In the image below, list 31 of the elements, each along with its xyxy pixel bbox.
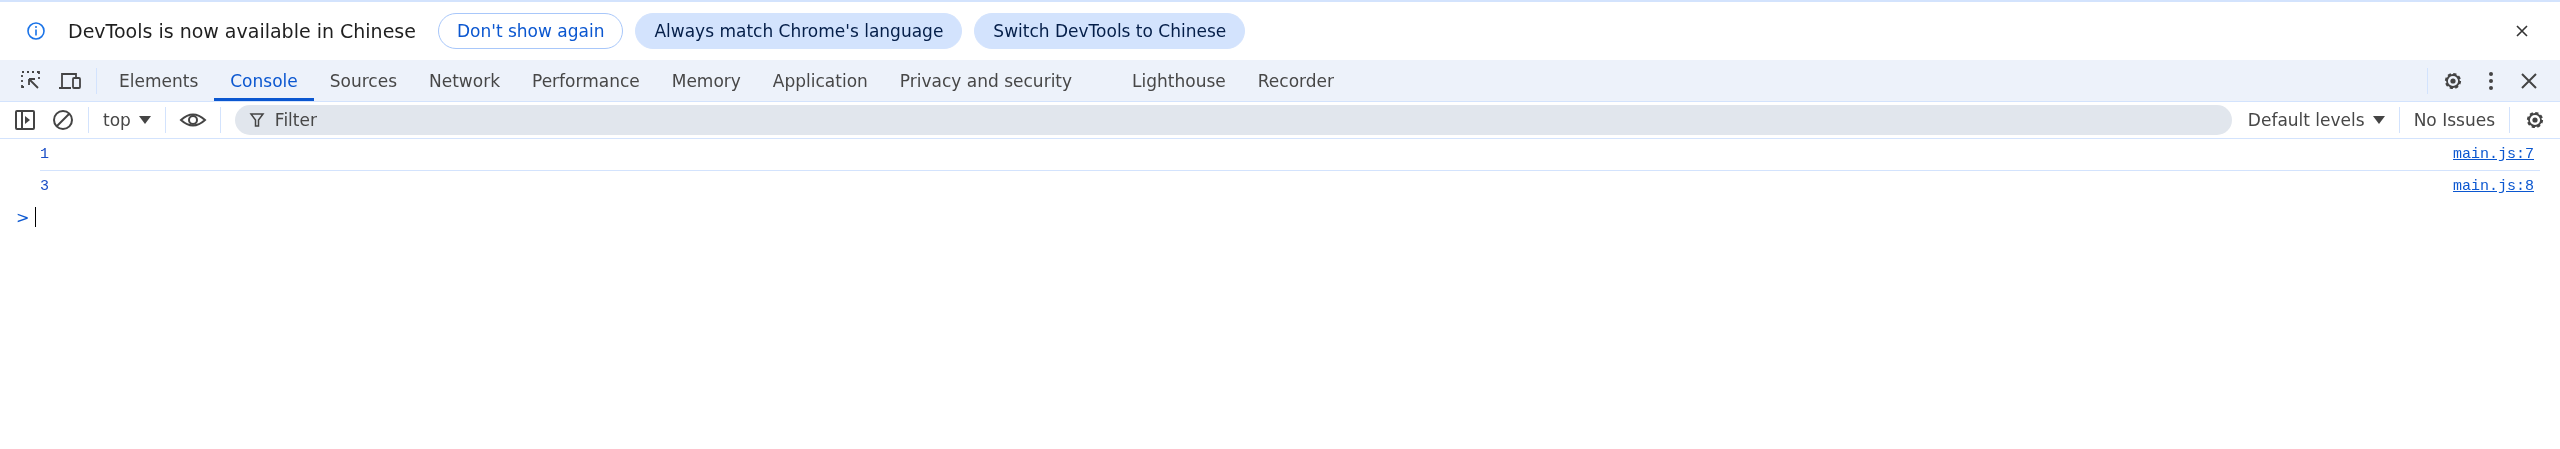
panel-tab[interactable]: Elements [103,60,215,101]
panel-tab[interactable]: Lighthouse [1116,60,1242,101]
panel-tab[interactable]: Console [214,60,314,101]
infobar-button[interactable]: Don't show again [437,13,624,49]
panel-tab[interactable]: Network [413,60,516,101]
info-icon [26,21,46,41]
panel-tab[interactable]: Privacy and security [883,60,1089,101]
panel-tab[interactable]: Memory [655,60,757,101]
sidebar-toggle-icon[interactable] [13,108,37,132]
panel-tab[interactable]: Application [756,60,884,101]
source-link[interactable]: main.js:8 [2453,178,2534,195]
caret-icon [2372,116,2385,124]
log-value: 1 [40,146,49,163]
issues-button[interactable]: No Issues [2405,105,2503,135]
filter-icon [248,112,265,128]
panel-tab[interactable]: Performance [516,60,656,101]
context-dropdown[interactable]: top [95,105,159,135]
source-link[interactable]: main.js:7 [2453,146,2534,163]
clear-console-icon[interactable] [51,108,75,132]
filter-field[interactable]: Filter [234,105,2232,135]
infobar-button[interactable]: Always match Chrome's language [635,13,963,49]
panel-tab[interactable]: Sources [313,60,413,101]
close-icon[interactable] [2514,23,2530,39]
log-levels-dropdown[interactable]: Default levels [2239,105,2393,135]
infobar-button[interactable]: Switch DevTools to Chinese [974,13,1246,49]
text-cursor[interactable] [35,207,37,227]
panel-tab[interactable]: Recorder [1241,60,1350,101]
caret-icon [138,116,151,124]
log-value: 3 [40,178,49,195]
prompt-chevron: > [16,207,30,227]
info-message: DevTools is now available in Chinese [68,20,416,42]
